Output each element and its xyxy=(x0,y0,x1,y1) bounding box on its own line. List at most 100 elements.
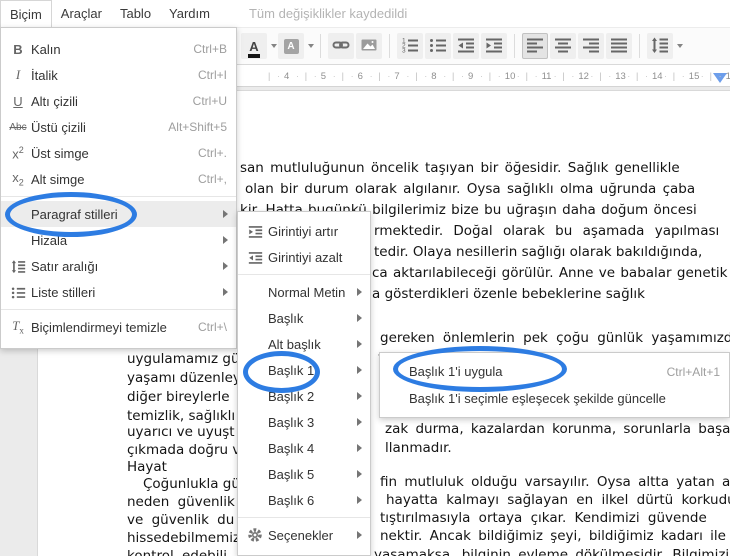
ruler-number: 12 xyxy=(578,71,589,82)
menu-item-label: Alt başlık xyxy=(268,336,321,352)
menu-item-alti-cizili[interactable]: U Altı çizili Ctrl+U xyxy=(1,88,236,114)
menu-item-label: Üstü çizili xyxy=(31,119,86,135)
menu-item-alt-simge[interactable]: x2 Alt simge Ctrl+, xyxy=(1,166,236,192)
ruler-number: 9 xyxy=(468,71,474,82)
gear-icon xyxy=(245,527,265,543)
insert-link-icon xyxy=(332,36,350,57)
submenu-arrow-icon xyxy=(357,496,362,504)
toolbar-separator xyxy=(639,34,640,58)
menu-item-baslik[interactable]: Başlık xyxy=(238,305,370,331)
ruler-minor-tick: · xyxy=(313,71,317,81)
menu-item-label: Biçimlendirmeyi temizle xyxy=(31,319,167,335)
menu-item-baslik-6[interactable]: Başlık 6 xyxy=(238,487,370,513)
menu-bar: Biçim Araçlar Tablo Yardım Tüm değişiklikle… xyxy=(0,0,730,28)
align-center-button[interactable] xyxy=(550,33,576,59)
text-color-button[interactable]: A xyxy=(241,33,267,59)
decrease-indent-icon xyxy=(457,36,475,57)
menu-item-label: İtalik xyxy=(31,67,58,83)
ruler-number: 14 xyxy=(652,71,663,82)
menu-item-ust-simge[interactable]: x2 Üst simge Ctrl+. xyxy=(1,140,236,166)
menu-item-ustu-cizili[interactable]: Abc Üstü çizili Alt+Shift+5 xyxy=(1,114,236,140)
menu-item-shortcut: Ctrl+U xyxy=(192,94,227,108)
menu-item-label: Girintiyi azalt xyxy=(268,249,343,265)
menubar-item-yardim[interactable]: Yardım xyxy=(160,0,219,27)
menu-item-shortcut: Ctrl+Alt+1 xyxy=(666,364,720,379)
menu-item-iitalik[interactable]: I İtalik Ctrl+I xyxy=(1,62,236,88)
ruler-major-tick: | xyxy=(488,71,492,81)
ruler-major-tick: | xyxy=(378,71,381,81)
line-spacing-sm-icon xyxy=(8,259,28,274)
align-right-button[interactable] xyxy=(578,33,604,59)
menu-separator xyxy=(238,274,370,275)
numbered-list-button[interactable]: 123 xyxy=(397,33,423,59)
ruler-minor-tick: · xyxy=(553,71,557,81)
menu-separator xyxy=(1,309,236,310)
ruler-number: 10 xyxy=(504,71,516,82)
menu-item-baslik-3[interactable]: Başlık 3 xyxy=(238,409,370,435)
align-left-button[interactable] xyxy=(522,33,548,59)
menu-item-kalin[interactable]: B Kalın Ctrl+B xyxy=(1,36,236,62)
insert-image-icon xyxy=(360,36,378,57)
menu-item-label: Başlık xyxy=(268,310,304,326)
submenu-arrow-icon xyxy=(357,418,362,426)
insert-image-button[interactable] xyxy=(356,33,382,59)
ruler-number: 8 xyxy=(431,71,437,82)
ruler-number: 6 xyxy=(357,71,363,82)
ruler-major-tick: | xyxy=(452,71,455,81)
circle-baslik-1i-uygula xyxy=(393,346,567,392)
save-status: Tüm değişiklikler kaydedildi xyxy=(248,6,408,21)
indent-decrease-icon xyxy=(245,250,265,265)
ruler-major-tick: | xyxy=(599,71,602,81)
menu-item-secenekler[interactable]: Seçenekler xyxy=(238,522,370,548)
justify-button[interactable] xyxy=(606,33,632,59)
menu-item-alt-baslik[interactable]: Alt başlık xyxy=(238,331,370,357)
menu-item-label: Başlık 4 xyxy=(268,440,315,456)
chevron-down-icon[interactable] xyxy=(308,44,314,48)
insert-link-button[interactable] xyxy=(328,33,354,59)
highlight-color-button[interactable]: A xyxy=(278,33,304,59)
ruler-major-tick: | xyxy=(525,71,528,81)
menu-item-normal-metin[interactable]: Normal Metin xyxy=(238,279,370,305)
menubar-item-bicim[interactable]: Biçim xyxy=(0,0,52,28)
menu-item-girintiyi-azalt[interactable]: Girintiyi azalt xyxy=(238,244,370,270)
menu-item-shortcut: Ctrl+\ xyxy=(197,320,227,334)
chevron-down-icon[interactable] xyxy=(677,44,683,48)
submenu-arrow-icon xyxy=(357,444,362,452)
ruler-minor-tick: · xyxy=(590,71,594,81)
google-docs-window: { "menu_bar": { "items": [ {"label": "Bi… xyxy=(0,0,730,556)
bulleted-list-icon xyxy=(429,36,447,57)
menu-item-liste-stilleri[interactable]: Liste stilleri xyxy=(1,279,236,305)
menu-item-bicimlendirmeyi-temizle[interactable]: Tx Biçimlendirmeyi temizle Ctrl+\ xyxy=(1,314,236,340)
bulleted-list-button[interactable] xyxy=(425,33,451,59)
circle-paragraf-stilleri xyxy=(5,192,137,237)
ruler-minor-tick: · xyxy=(681,71,685,81)
submenu-arrow-icon xyxy=(357,288,362,296)
decrease-indent-button[interactable] xyxy=(453,33,479,59)
menu-item-baslik-4[interactable]: Başlık 4 xyxy=(238,435,370,461)
subscript-icon: x2 xyxy=(12,170,24,188)
ruler-minor-tick: · xyxy=(497,71,501,81)
bold-icon: B xyxy=(13,41,23,57)
menubar-item-araclar[interactable]: Araçlar xyxy=(52,0,111,27)
menu-item-baslik-5[interactable]: Başlık 5 xyxy=(238,461,370,487)
ruler-major-tick: | xyxy=(672,71,676,81)
ruler-major-tick: | xyxy=(636,71,639,81)
submenu-arrow-icon xyxy=(357,366,362,374)
menu-item-baslik-1-i-secimle-eslesecek-sekilde-guncelle[interactable]: Başlık 1'i seçimle eşleşecek şekilde gün… xyxy=(380,385,729,412)
strikethrough-icon: Abc xyxy=(9,121,27,133)
ruler-minor-tick: · xyxy=(480,71,483,81)
menu-item-label: Kalın xyxy=(31,41,61,57)
justify-icon xyxy=(610,36,628,57)
ruler-number: 5 xyxy=(320,71,327,82)
menubar-item-tablo[interactable]: Tablo xyxy=(111,0,160,27)
menu-item-satir-araligi[interactable]: Satır aralığı xyxy=(1,253,236,279)
ruler-major-tick: | xyxy=(341,71,344,81)
ruler-number: 15 xyxy=(688,71,700,82)
menu-item-label: Alt simge xyxy=(31,171,85,187)
menu-item-girintiyi-artir[interactable]: Girintiyi artır xyxy=(238,218,370,244)
line-spacing-button[interactable] xyxy=(647,33,673,59)
menubar-item-label: Tablo xyxy=(119,6,152,21)
increase-indent-button[interactable] xyxy=(481,33,507,59)
ruler-minor-tick: · xyxy=(571,71,575,81)
submenu-arrow-icon xyxy=(357,392,362,400)
